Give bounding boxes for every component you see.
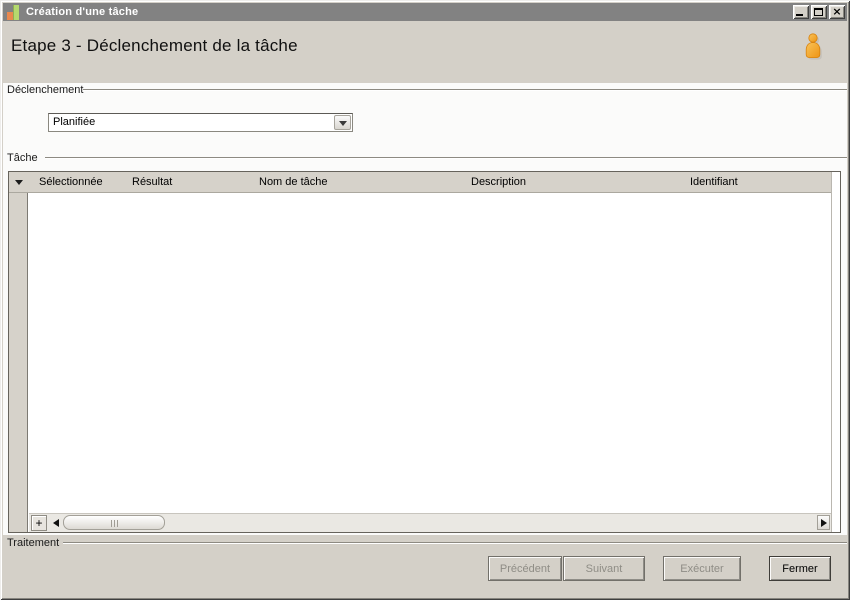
footer-bar: Traitement Précédent Suivant Exécuter Fe… xyxy=(3,535,847,597)
app-bar-chart-icon xyxy=(7,4,21,20)
close-button[interactable]: × xyxy=(829,5,845,19)
scrollbar-grip-icon xyxy=(114,520,115,527)
task-table: Sélectionnée Résultat Nom de tâche Descr… xyxy=(8,171,841,533)
task-group-line xyxy=(45,157,847,159)
trigger-type-combobox[interactable]: Planifiée xyxy=(48,113,353,132)
next-button[interactable]: Suivant xyxy=(563,556,645,581)
scroll-left-icon[interactable] xyxy=(53,519,59,527)
step-title: Etape 3 - Déclenchement de la tâche xyxy=(11,36,298,55)
execute-button[interactable]: Exécuter xyxy=(663,556,741,581)
maximize-icon xyxy=(814,8,823,16)
close-dialog-button[interactable]: Fermer xyxy=(769,556,831,581)
row-selector-column xyxy=(9,172,28,532)
table-body-empty[interactable] xyxy=(29,194,831,512)
selector-arrow-icon xyxy=(15,180,23,185)
scrollbar-thumb[interactable] xyxy=(63,515,165,530)
wizard-header: Etape 3 - Déclenchement de la tâche xyxy=(3,21,847,83)
wizard-content: Déclenchement Planifiée Tâche Sélectionn… xyxy=(3,83,847,535)
task-group-label: Tâche xyxy=(7,152,38,164)
maximize-button[interactable] xyxy=(811,5,827,19)
scroll-right-button[interactable] xyxy=(817,515,830,530)
titlebar: Création d'une tâche × xyxy=(3,3,847,21)
trigger-type-value: Planifiée xyxy=(53,116,96,128)
chevron-down-icon xyxy=(339,121,347,126)
trigger-group-label: Déclenchement xyxy=(7,84,84,96)
combobox-dropdown-button[interactable] xyxy=(334,115,351,130)
previous-button[interactable]: Précédent xyxy=(488,556,562,581)
process-group-line xyxy=(63,542,847,544)
column-header-selectionnee[interactable]: Sélectionnée xyxy=(39,176,103,188)
trigger-group-line xyxy=(83,89,847,91)
vertical-scrollbar-divider xyxy=(831,172,832,532)
minimize-button[interactable] xyxy=(793,5,809,19)
window-title: Création d'une tâche xyxy=(26,6,139,18)
close-icon: × xyxy=(832,5,842,18)
process-group-label: Traitement xyxy=(7,537,60,549)
add-row-button[interactable]: + xyxy=(31,515,47,531)
person-icon xyxy=(805,33,822,60)
scroll-right-icon xyxy=(821,519,827,527)
table-header-row: Sélectionnée Résultat Nom de tâche Descr… xyxy=(9,172,831,193)
horizontal-scrollbar[interactable]: + xyxy=(29,513,831,532)
column-header-identifiant[interactable]: Identifiant xyxy=(690,176,738,188)
column-header-resultat[interactable]: Résultat xyxy=(132,176,172,188)
window-controls: × xyxy=(793,5,845,19)
task-creation-dialog: Création d'une tâche × Etape 3 - Déclenc… xyxy=(0,0,850,600)
minimize-icon xyxy=(796,14,803,16)
column-header-description[interactable]: Description xyxy=(471,176,526,188)
column-header-nom-de-tache[interactable]: Nom de tâche xyxy=(259,176,327,188)
